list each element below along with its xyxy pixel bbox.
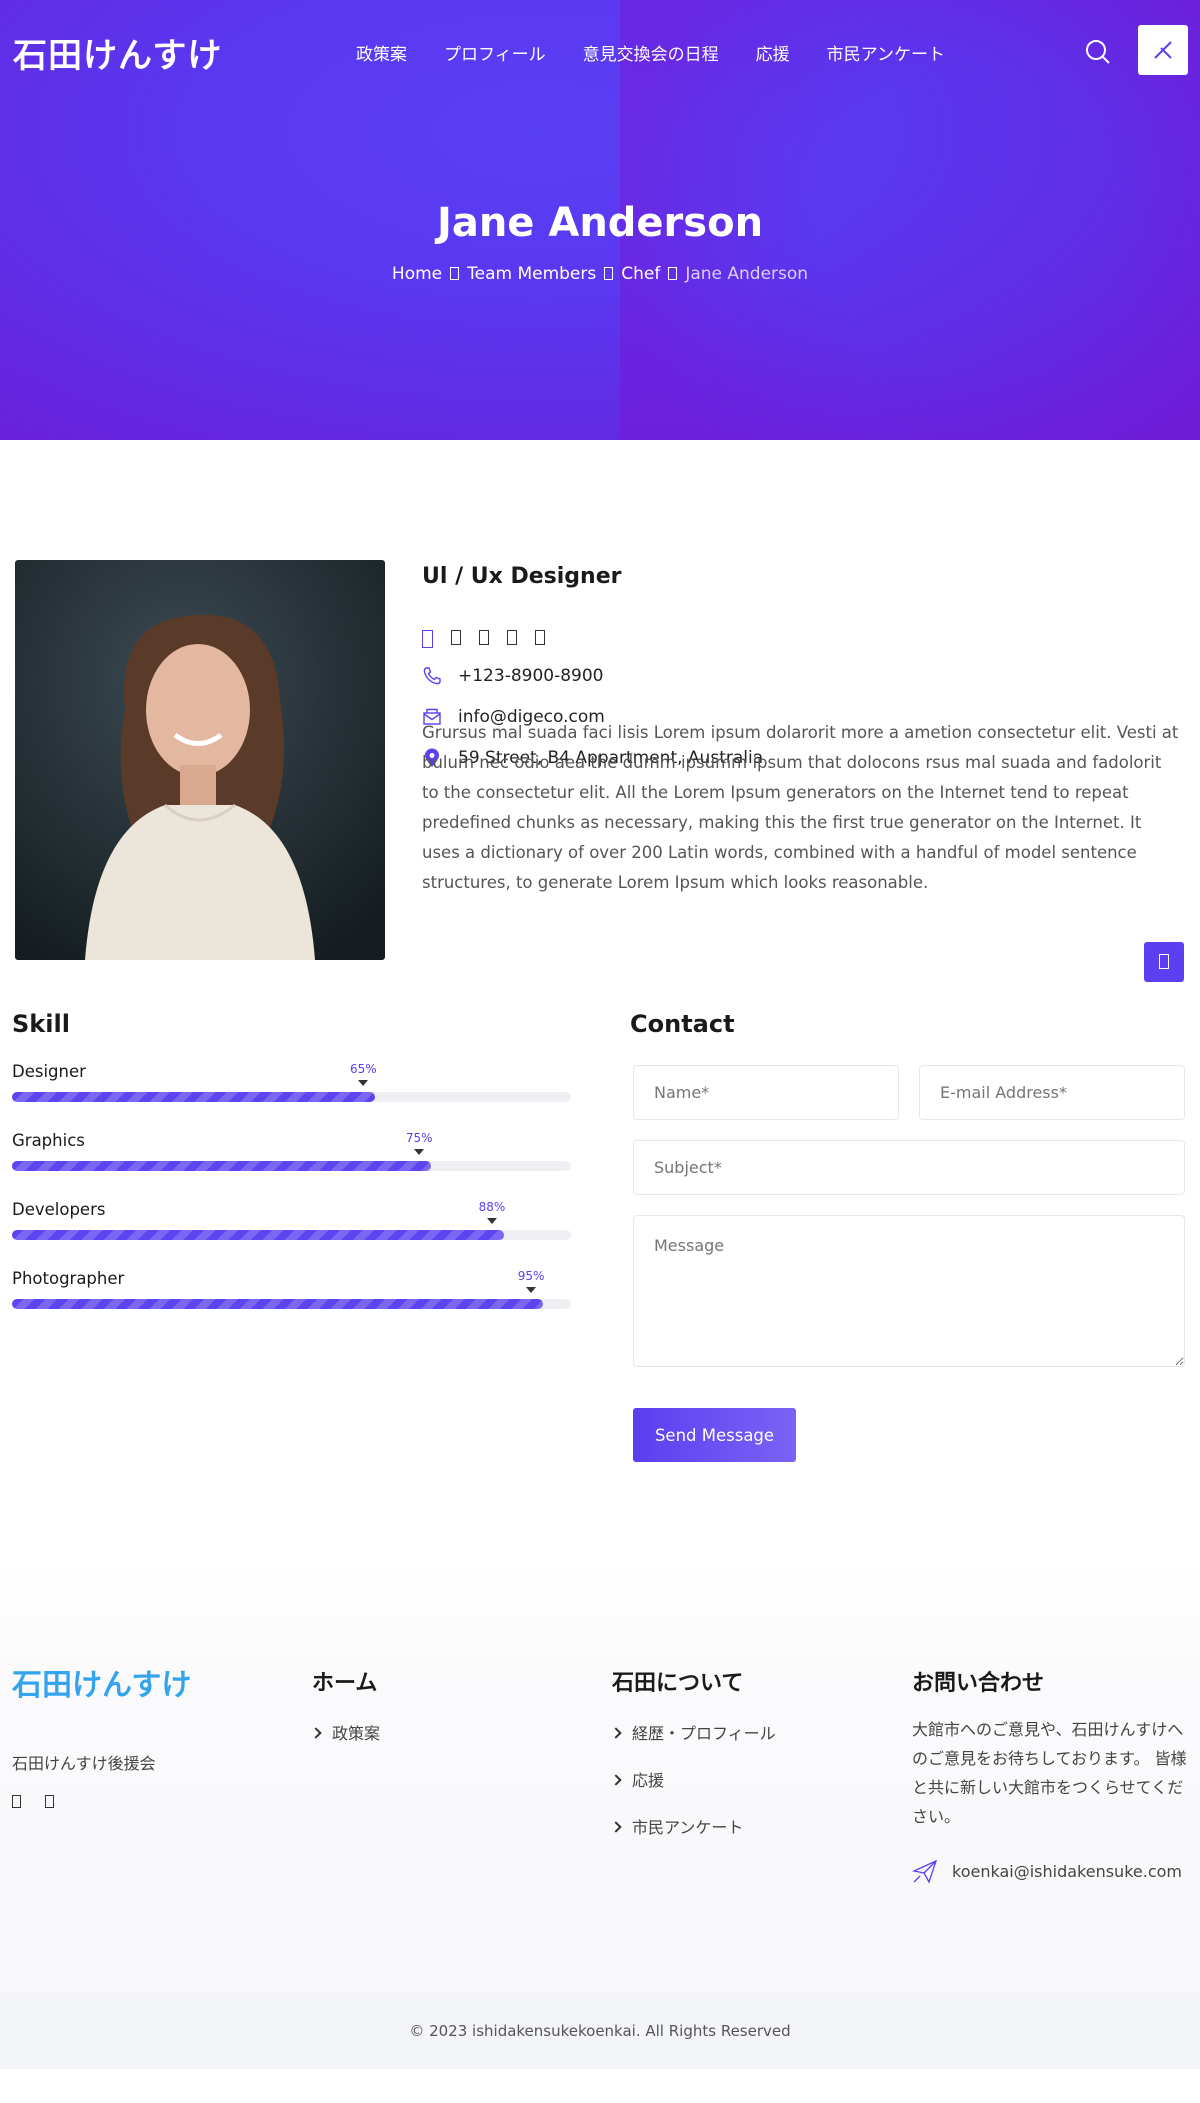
footer-link-profile[interactable]: 経歴・プロフィール bbox=[612, 1720, 776, 1744]
facebook-icon[interactable] bbox=[12, 1795, 21, 1808]
breadcrumb: Home Team Members Chef Jane Anderson bbox=[0, 264, 1200, 284]
phone-number[interactable]: +123-8900-8900 bbox=[458, 666, 604, 686]
copyright-bar: © 2023 ishidakensukekoenkai. All Rights … bbox=[0, 1993, 1200, 2069]
skill-marker-icon bbox=[486, 1218, 497, 1224]
twitter-icon[interactable] bbox=[45, 1795, 54, 1808]
arrow-up-icon bbox=[1159, 954, 1169, 969]
profile-description: Grursus mal suada faci lisis Lorem ipsum… bbox=[422, 723, 1179, 892]
skill-progress-fill bbox=[12, 1299, 544, 1309]
breadcrumb-separator-icon bbox=[604, 267, 614, 280]
footer-about-heading: 石田について bbox=[612, 1671, 744, 1696]
name-input[interactable] bbox=[633, 1065, 899, 1120]
skill-percent-label: 75% bbox=[405, 1131, 433, 1145]
breadcrumb-chef[interactable]: Chef bbox=[621, 264, 660, 284]
skill-progress-fill bbox=[12, 1161, 432, 1171]
email-input[interactable] bbox=[919, 1065, 1185, 1120]
footer-link-support[interactable]: 応援 bbox=[612, 1767, 664, 1791]
message-textarea[interactable] bbox=[633, 1215, 1185, 1367]
site-logo[interactable]: 石田けんすけ bbox=[13, 28, 222, 77]
breadcrumb-separator-icon bbox=[450, 267, 460, 280]
skill-name: Photographer bbox=[12, 1269, 125, 1288]
footer-home-heading: ホーム bbox=[312, 1671, 378, 1696]
footer-logo[interactable]: 石田けんすけ bbox=[12, 1660, 191, 1704]
skill-item: Photographer 95% bbox=[12, 1269, 571, 1309]
contact-heading: Contact bbox=[630, 1010, 735, 1038]
skill-progress-track bbox=[12, 1161, 571, 1171]
footer-email-row: koenkai@ishidakensuke.com bbox=[912, 1858, 1182, 1884]
footer-contact-text: 大館市へのご意見や、石田けんすけへのご意見をお待ちしております。 皆様と共に新し… bbox=[912, 1720, 1187, 1826]
skill-progress-track bbox=[12, 1299, 571, 1309]
skill-item: Developers 88% bbox=[12, 1200, 571, 1240]
skill-marker-icon bbox=[414, 1149, 425, 1155]
send-paper-plane-icon bbox=[912, 1859, 938, 1884]
nav-item-support[interactable]: 応援 bbox=[756, 40, 790, 65]
skill-percent-label: 65% bbox=[350, 1062, 377, 1076]
nav-item-policy[interactable]: 政策案 bbox=[356, 40, 407, 65]
skill-contact-section: Skill Designer 65% Graphics 75% Developers 88… bbox=[0, 1000, 1200, 1560]
skill-heading: Skill bbox=[12, 1010, 70, 1038]
breadcrumb-separator-icon bbox=[668, 267, 678, 280]
skill-progress-track bbox=[12, 1230, 571, 1240]
top-navbar: 石田けんすけ 政策案 プロフィール 意見交換会の日程 応援 市民アンケート bbox=[0, 0, 1200, 102]
social-links bbox=[422, 630, 545, 648]
nav-item-schedule[interactable]: 意見交換会の日程 bbox=[583, 40, 719, 65]
footer-link-policy[interactable]: 政策案 bbox=[312, 1720, 380, 1744]
profile-role: Ul / Ux Designer bbox=[422, 564, 622, 589]
main-nav: 政策案 プロフィール 意見交換会の日程 応援 市民アンケート bbox=[356, 40, 982, 65]
phone-icon bbox=[423, 667, 441, 685]
footer-contact-heading: お問い合わせ bbox=[912, 1671, 1045, 1696]
footer-email[interactable]: koenkai@ishidakensuke.com bbox=[952, 1862, 1182, 1881]
skill-marker-icon bbox=[358, 1080, 369, 1086]
footer-org-name: 石田けんすけ後援会 bbox=[12, 1754, 156, 1773]
profile-photo bbox=[15, 560, 385, 960]
phone-row: +123-8900-8900 bbox=[422, 666, 604, 686]
close-icon bbox=[1154, 41, 1172, 59]
instagram-icon[interactable] bbox=[507, 630, 517, 645]
profile-section: Ul / Ux Designer +123-8900-8900 info@dig… bbox=[0, 440, 1200, 1000]
facebook-icon[interactable] bbox=[422, 630, 433, 648]
footer: 石田けんすけ 石田けんすけ後援会 ホーム 政策案 石田について 経歴・プロフィー… bbox=[0, 1560, 1200, 1993]
skill-marker-icon bbox=[526, 1287, 537, 1293]
skill-name: Designer bbox=[12, 1062, 86, 1081]
skill-percent-label: 88% bbox=[478, 1200, 506, 1214]
footer-link-survey[interactable]: 市民アンケート bbox=[612, 1814, 743, 1838]
hero-banner: 石田けんすけ 政策案 プロフィール 意見交換会の日程 応援 市民アンケート Ja… bbox=[0, 0, 1200, 440]
skill-progress-fill bbox=[12, 1092, 376, 1102]
skill-progress-fill bbox=[12, 1230, 504, 1240]
pinterest-icon[interactable] bbox=[535, 630, 545, 645]
nav-item-survey[interactable]: 市民アンケート bbox=[827, 40, 945, 65]
subject-input[interactable] bbox=[633, 1140, 1185, 1195]
skill-percent-label: 95% bbox=[517, 1269, 545, 1283]
skill-item: Graphics 75% bbox=[12, 1131, 571, 1171]
footer-social-links bbox=[12, 1795, 54, 1808]
close-menu-button[interactable] bbox=[1138, 25, 1188, 75]
skill-item: Designer 65% bbox=[12, 1062, 571, 1102]
twitter-icon[interactable] bbox=[451, 630, 461, 645]
page-title: Jane Anderson bbox=[436, 200, 764, 246]
linkedin-icon[interactable] bbox=[479, 630, 489, 645]
breadcrumb-current: Jane Anderson bbox=[685, 264, 809, 284]
search-icon[interactable] bbox=[1083, 37, 1113, 67]
send-message-button[interactable]: Send Message bbox=[633, 1408, 796, 1462]
breadcrumb-team[interactable]: Team Members bbox=[467, 264, 596, 284]
breadcrumb-home[interactable]: Home bbox=[392, 264, 442, 284]
nav-item-profile[interactable]: プロフィール bbox=[444, 40, 546, 65]
skill-name: Graphics bbox=[12, 1131, 85, 1150]
scroll-top-button[interactable] bbox=[1144, 942, 1184, 982]
skill-progress-track bbox=[12, 1092, 571, 1102]
